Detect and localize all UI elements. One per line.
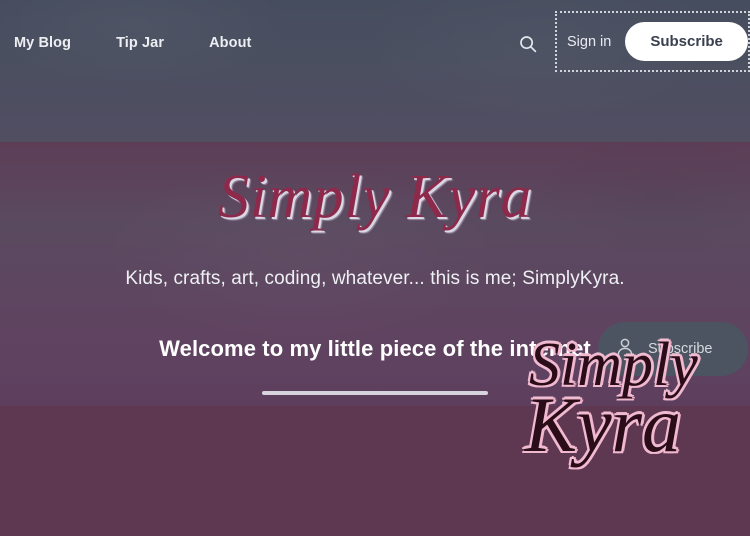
hero-tagline: Kids, crafts, art, coding, whatever... t… — [125, 268, 625, 289]
nav-link-my-blog[interactable]: My Blog — [14, 31, 71, 55]
search-icon — [518, 34, 538, 54]
header-subscribe-button[interactable]: Subscribe — [625, 22, 748, 61]
nav-link-about[interactable]: About — [209, 31, 251, 55]
site-header: My Blog Tip Jar About Sign in Subscribe — [0, 0, 750, 84]
nav-link-tip-jar[interactable]: Tip Jar — [116, 31, 164, 55]
search-button[interactable] — [512, 28, 544, 60]
sign-in-link[interactable]: Sign in — [567, 34, 611, 50]
hero-logo: Simply Kyra — [0, 166, 750, 228]
bottom-band — [0, 406, 750, 536]
floating-subscribe-label: Subscribe — [648, 341, 713, 357]
primary-navigation: My Blog Tip Jar About — [14, 31, 251, 55]
page-root: My Blog Tip Jar About Sign in Subscribe … — [0, 0, 750, 536]
floating-subscribe-button[interactable]: Subscribe — [598, 322, 748, 376]
hero-logo-text: Simply Kyra — [218, 163, 532, 231]
hero-divider — [262, 391, 488, 395]
person-icon — [614, 336, 636, 363]
auth-focus-group: Sign in Subscribe — [555, 11, 750, 72]
